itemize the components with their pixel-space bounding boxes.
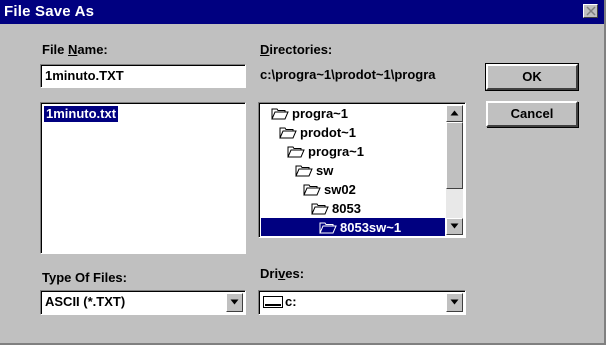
drive-icon	[263, 295, 283, 314]
file-name-value: 1minuto.TXT	[45, 68, 124, 83]
drive-value: c:	[285, 294, 297, 309]
open-folder-icon	[319, 222, 337, 234]
ok-label: OK	[522, 69, 542, 84]
close-icon	[586, 6, 596, 16]
type-of-files-value: ASCII (*.TXT)	[45, 294, 126, 309]
directory-item-selected[interactable]: 8053sw~1	[319, 219, 401, 236]
chevron-down-icon	[230, 299, 239, 305]
type-of-files-label: Type Of Files:	[42, 270, 127, 285]
directory-path: c:\progra~1\prodot~1\progra	[260, 67, 436, 82]
open-folder-icon	[271, 108, 289, 120]
drives-dropdown-button[interactable]	[446, 293, 463, 312]
file-list[interactable]: 1minuto.txt	[40, 102, 246, 254]
arrow-up-icon	[450, 110, 459, 116]
open-folder-icon	[287, 146, 305, 158]
close-button[interactable]	[583, 4, 598, 18]
ok-button[interactable]: OK	[485, 63, 579, 91]
open-folder-icon	[295, 165, 313, 177]
cancel-button[interactable]: Cancel	[486, 101, 578, 127]
directory-item[interactable]: progra~1	[271, 105, 348, 122]
type-of-files-select[interactable]: ASCII (*.TXT)	[40, 290, 246, 315]
directory-item[interactable]: progra~1	[287, 143, 364, 160]
file-list-item[interactable]: 1minuto.txt	[44, 106, 119, 122]
directories-label: Directories:	[260, 42, 333, 57]
drives-label: Drives:	[260, 266, 305, 281]
type-of-files-dropdown-button[interactable]	[226, 293, 243, 312]
open-folder-icon	[311, 203, 329, 215]
directory-list[interactable]: progra~1 prodot~1 progra~1 sw sw02 8053 …	[258, 102, 466, 238]
chevron-down-icon	[450, 299, 459, 305]
title-bar: File Save As	[0, 0, 604, 24]
open-folder-icon	[279, 127, 297, 139]
cancel-label: Cancel	[510, 106, 554, 121]
arrow-down-icon	[450, 223, 459, 229]
scroll-down-button[interactable]	[446, 218, 463, 235]
directory-item[interactable]: prodot~1	[279, 124, 356, 141]
file-name-input[interactable]: 1minuto.TXT	[40, 64, 246, 88]
window-title: File Save As	[4, 3, 95, 20]
directory-item[interactable]: 8053	[311, 200, 361, 217]
directory-item[interactable]: sw	[295, 162, 333, 179]
scroll-up-button[interactable]	[446, 105, 463, 122]
scroll-thumb[interactable]	[446, 122, 463, 189]
file-name-label: File Name:	[42, 42, 108, 57]
directory-scrollbar[interactable]	[446, 105, 463, 235]
directory-item[interactable]: sw02	[303, 181, 356, 198]
drives-select[interactable]: c:	[258, 290, 466, 315]
file-save-as-dialog: File Save As File Name: 1minuto.TXT 1min…	[0, 0, 606, 345]
open-folder-icon	[303, 184, 321, 196]
